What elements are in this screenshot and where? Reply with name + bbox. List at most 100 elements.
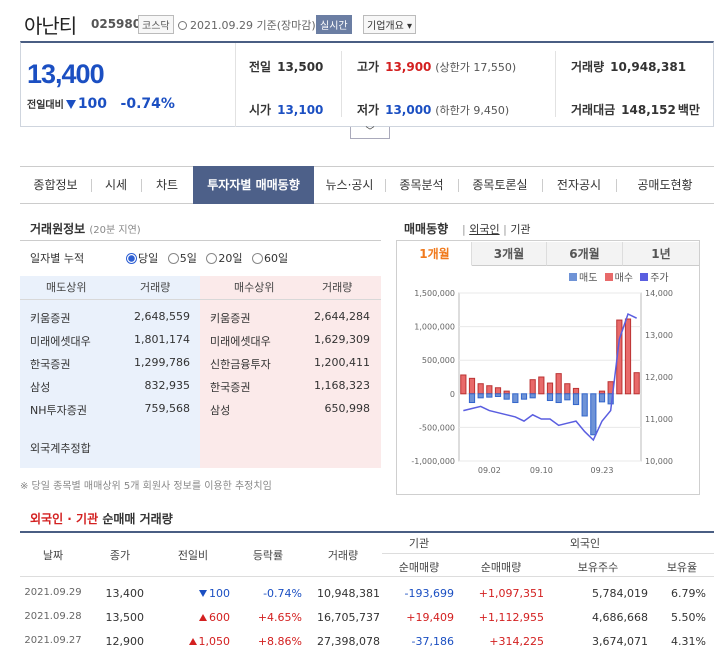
header-foreign: 외국인 [569,537,601,550]
broker-title: 거래원정보 (20분 지연) [30,222,141,236]
up-arrow-icon [188,638,197,645]
row-diff: 600 [154,611,232,624]
row-date: 2021.09.27 [24,635,82,646]
broker-table: 매도상위 거래량 매수상위 거래량 키움증권 2,648,559 미래에셋대우 1… [20,276,381,468]
sell-volume-header: 거래량 [140,276,171,300]
row-diff: 1,050 [154,635,232,648]
tab-discussion[interactable]: 종목토론실 [458,167,542,203]
y-right-tick-label: 12,000 [645,373,673,382]
buy-broker-volume: 1,168,323 [314,379,370,392]
sell-broker-name: 키움증권 [30,312,71,325]
sell-bar [581,393,588,417]
broker-note: ※ 당일 종목별 매매상위 5개 회원사 정보를 이용한 추정치임 [20,481,272,492]
main-tabs: 종합정보 시세 차트 투자자별 매매동향 뉴스·공시 종목분석 종목토론실 전자… [20,166,714,204]
trend-options: | 외국인 | 기관 [462,221,531,237]
price-change: 전일대비 100 -0.74% [27,96,175,112]
buy-bar [477,383,484,395]
buy-broker-volume: 2,644,284 [314,310,370,323]
period-radio-60d[interactable]: 60일 [252,252,288,265]
buy-broker-name: 삼성 [210,404,231,417]
y-right-tick-label: 13,000 [645,331,673,340]
row-volume: 27,398,078 [317,635,380,648]
sell-bar [572,393,580,406]
buy-broker-volume: 650,998 [324,402,371,415]
period-radio-20d[interactable]: 20일 [206,252,243,265]
company-overview-button[interactable]: 기업개요 ▾ [363,15,417,34]
row-foreign-hold: 5,784,019 [592,587,648,600]
row-date: 2021.09.29 [24,587,82,598]
low-label: 저가 [357,103,380,117]
amount-label: 거래대금 [571,103,616,117]
buy-bar [538,376,545,395]
trend-tab-1y[interactable]: 1년 [623,242,699,266]
sell-broker-name: 미래에셋대우 [30,335,91,348]
tab-quote[interactable]: 시세 [91,167,141,203]
lower-limit: (하한가 9,450) [435,104,510,117]
tab-investor-trend[interactable]: 투자자별 매매동향 [193,166,314,204]
sell-bar [546,393,554,402]
buy-broker-name: 키움증권 [210,312,251,325]
expand-toggle-button[interactable]: ﹀ [350,127,390,139]
trend-option-institution[interactable]: | 기관 [503,223,530,236]
y-left-tick-label: 0 [450,390,455,399]
y-right-tick-label: 10,000 [645,457,673,466]
row-close: 12,900 [105,635,145,648]
sell-broker-volume: 759,568 [144,402,191,415]
tab-overview[interactable]: 종합정보 [20,167,91,203]
row-foreign-hold: 3,674,071 [592,635,648,648]
header-institution: 기관 [408,537,430,550]
sell-bar [486,393,493,398]
trend-tab-1m[interactable]: 1개월 [398,242,472,266]
chart-legend: 매도 매수 주가 [569,269,669,284]
period-radio-today[interactable]: 당일 [126,252,158,265]
buy-bar [546,382,554,395]
y-left-tick-label: -1,000,000 [411,457,455,466]
sell-broker-name: NH투자증권 [30,404,87,417]
plot-area [458,292,642,462]
buy-bar [494,387,502,395]
price-summary: 13,400 전일대비 100 -0.74% 전일 13,500 시가 13,100 … [20,41,714,127]
header-foreign-ratio: 보유율 [666,561,698,574]
row-rate: +4.65% [257,611,302,624]
tab-analysis[interactable]: 종목분석 [385,167,458,203]
open-value: 13,100 [277,103,324,117]
sell-bar [529,393,536,399]
chevron-down-icon: ﹀ [365,127,375,137]
buy-bar [633,372,640,395]
buy-bar [564,383,571,395]
tab-news[interactable]: 뉴스·공시 [314,167,385,203]
volume-value: 10,948,381 [610,60,687,74]
row-close: 13,400 [105,587,145,600]
down-arrow-icon [199,590,207,597]
buy-bar [572,387,580,395]
row-diff: 100 [154,587,232,600]
tab-short-selling[interactable]: 공매도현황 [616,167,714,203]
tab-chart[interactable]: 차트 [141,167,193,203]
trend-tab-6m[interactable]: 6개월 [547,242,623,266]
buy-volume-header: 거래량 [322,276,353,300]
y-left-tick-label: 1,500,000 [414,289,455,298]
buy-broker-volume: 1,629,309 [314,333,370,346]
x-tick-label: 09.23 [591,466,614,475]
tab-disclosure[interactable]: 전자공시 [542,167,616,203]
buy-broker-name: 신한금융투자 [210,358,271,371]
header-date: 날짜 [42,549,64,562]
row-foreign-hold: 4,686,668 [592,611,648,624]
buy-bar [529,379,536,395]
sell-broker-volume: 1,801,174 [134,333,190,346]
sell-bar [512,393,519,404]
realtime-badge[interactable]: 실시간 [316,15,352,34]
trend-option-foreign[interactable]: | 외국인 [462,223,500,236]
trend-tab-3m[interactable]: 3개월 [472,242,547,266]
y-right-tick-label: 14,000 [645,289,673,298]
period-filter-label: 일자별 누적 [30,252,85,265]
price-main: 13,400 전일대비 100 -0.74% [21,43,236,127]
high-label: 고가 [357,60,380,74]
buy-top-header: 매수상위 [234,276,275,300]
period-radio-5d[interactable]: 5일 [167,252,197,265]
sell-bar [503,393,510,400]
row-rate: +8.86% [257,635,302,648]
header-close: 종가 [109,549,131,562]
stock-name: 아난티 [24,14,77,38]
row-inst-net: -193,699 [404,587,454,600]
